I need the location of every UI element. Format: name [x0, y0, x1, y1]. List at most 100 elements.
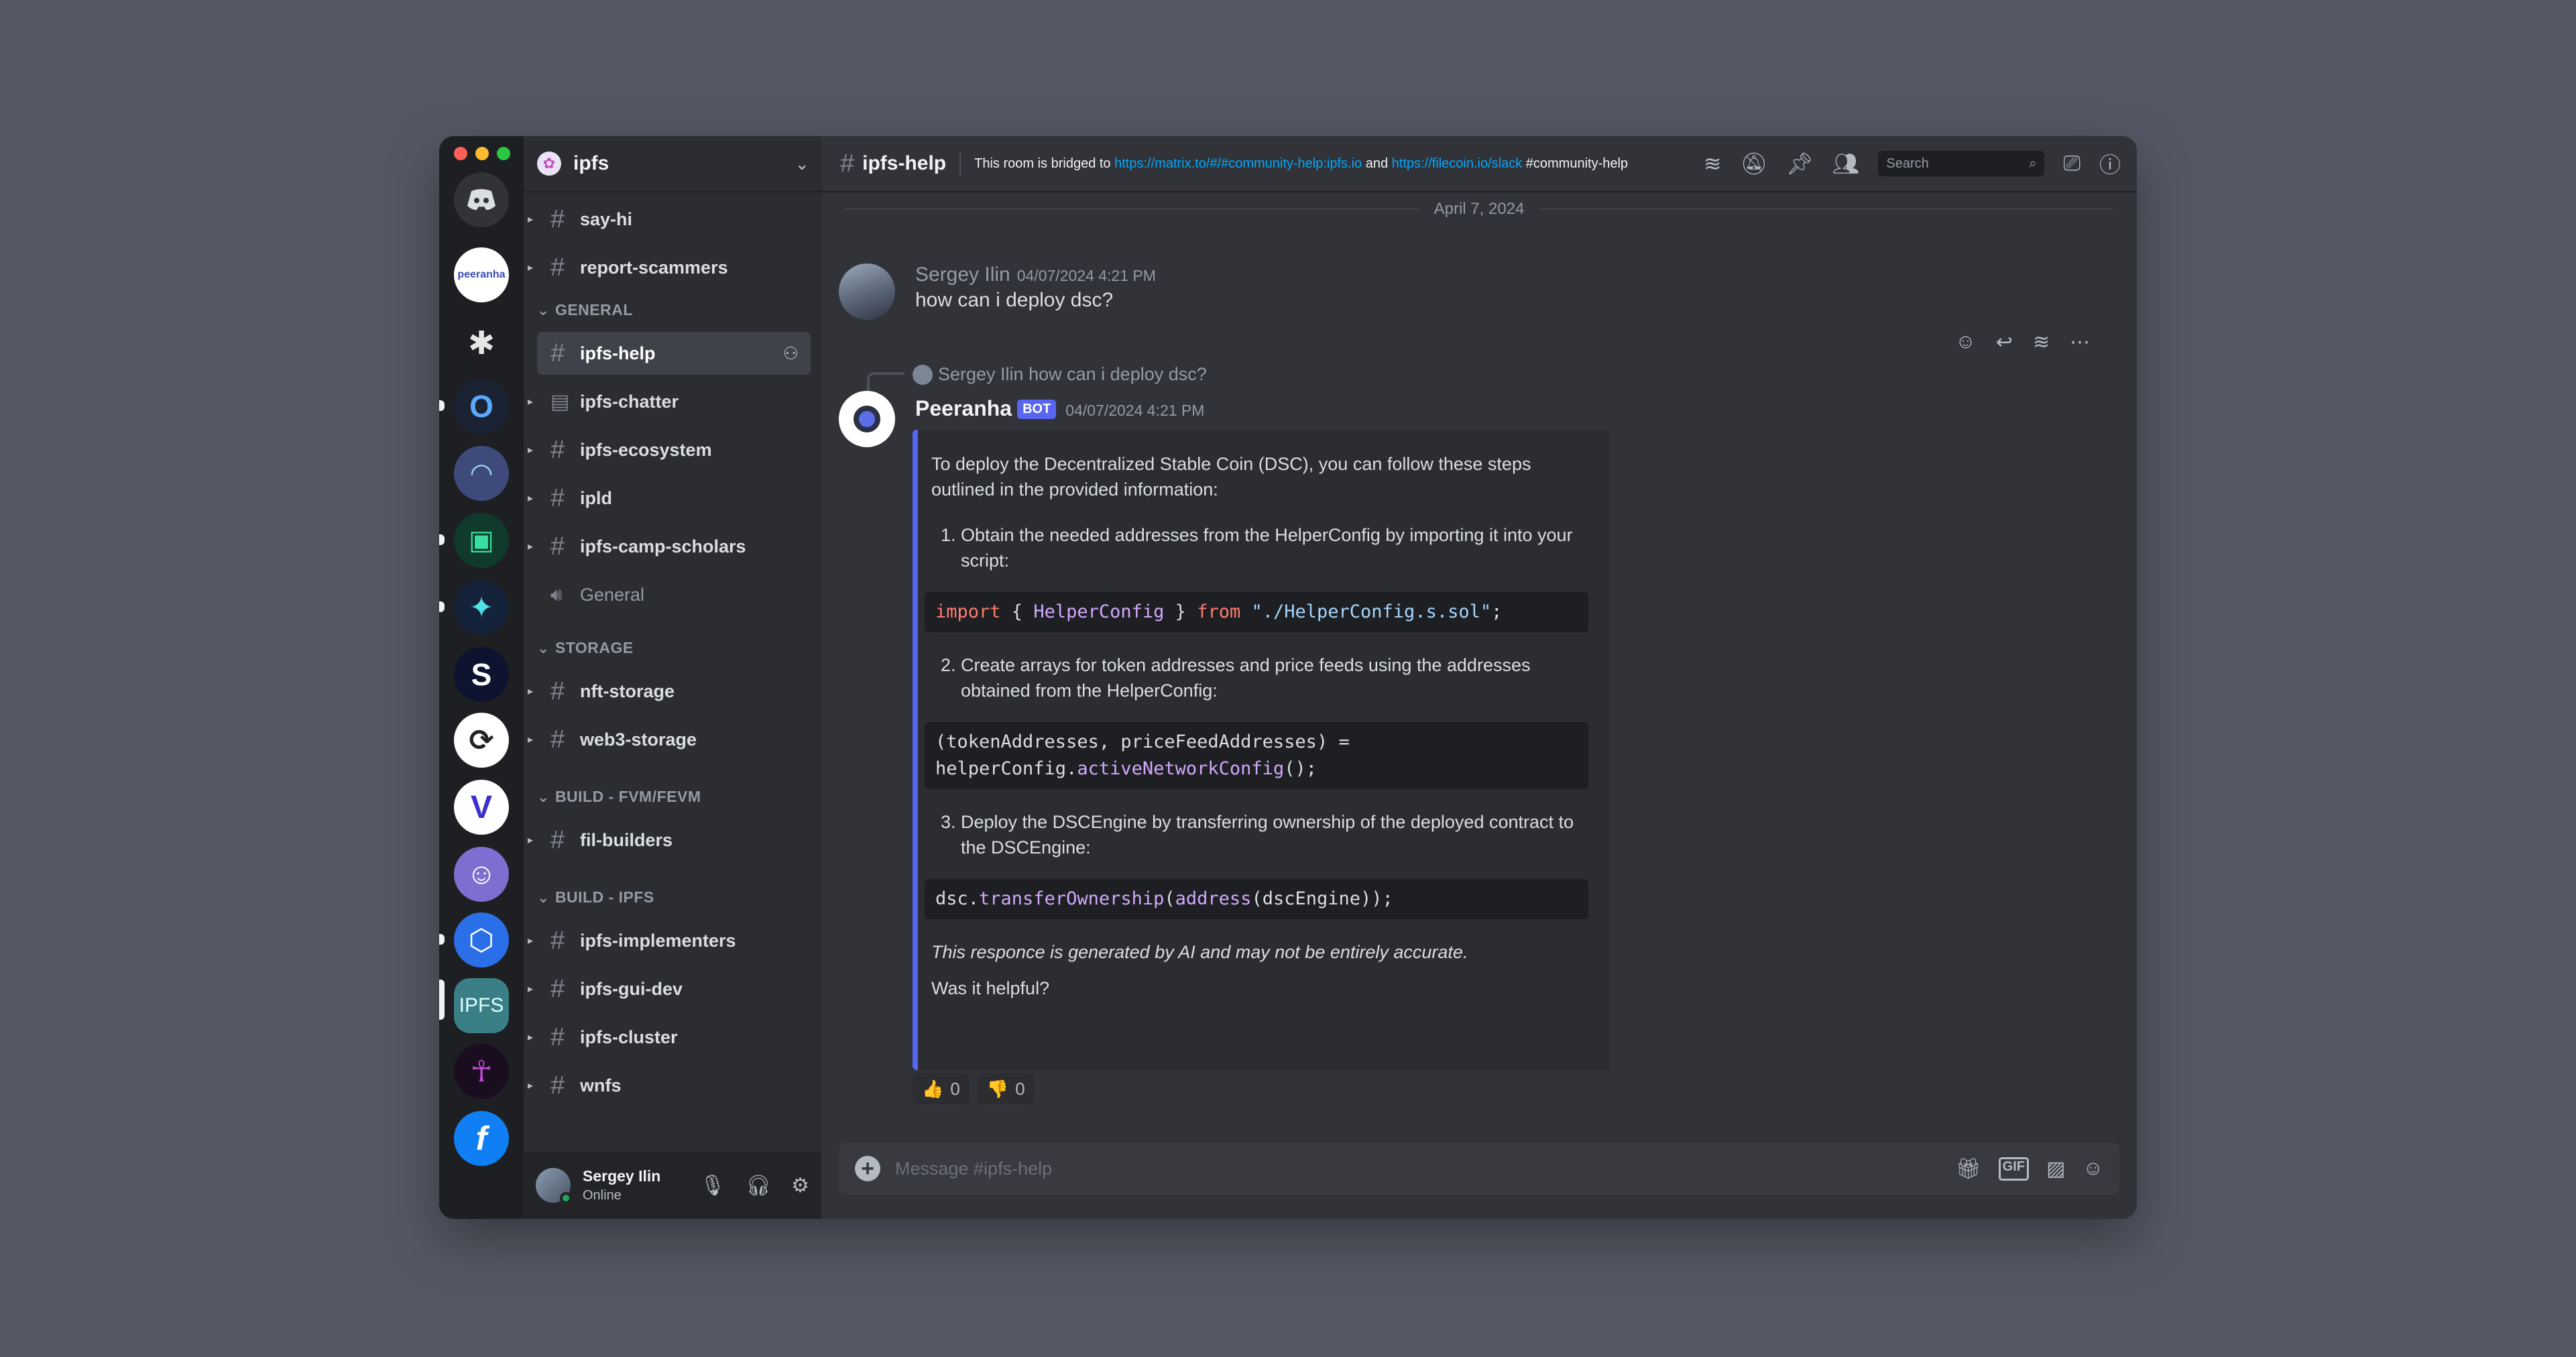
channel-say-hi[interactable]: ▸ # say-hi — [528, 198, 811, 241]
channel-topic[interactable]: This room is bridged to https://matrix.t… — [974, 156, 1628, 172]
attach-plus-icon[interactable]: + — [855, 1156, 880, 1181]
search-input[interactable]: Search ⌕ — [1878, 151, 2045, 176]
code-block-transfer[interactable]: dsc.transferOwnership(address(dscEngine)… — [925, 879, 1588, 919]
ring-server-icon[interactable]: O — [454, 379, 509, 434]
threads-icon[interactable]: ≋ — [1704, 151, 1722, 176]
matrix-link[interactable]: https://matrix.to/#/#community-help:ipfs… — [1114, 156, 1362, 171]
message-input[interactable] — [895, 1158, 1956, 1179]
channel-ipfs-gui-dev[interactable]: ▸ # ipfs-gui-dev — [528, 967, 811, 1010]
channel-ipfs-implementers[interactable]: ▸ # ipfs-implementers — [528, 919, 811, 962]
reply-reference[interactable]: Sergey Ilin how can i deploy dsc? — [913, 364, 1207, 385]
gift-icon[interactable]: 🎁︎ — [1956, 1157, 1981, 1181]
zoom-window-button[interactable] — [497, 147, 510, 160]
slack-link[interactable]: https://filecoin.io/slack — [1392, 156, 1523, 171]
channel-wnfs[interactable]: ▸ # wnfs — [528, 1064, 811, 1107]
notification-bell-muted-icon[interactable]: 🔕︎ — [1741, 151, 1768, 176]
add-member-icon[interactable]: ⚇ — [783, 343, 799, 364]
category-build-fvm[interactable]: ⌄ BUILD - FVM/FEVM — [537, 788, 701, 806]
emoji-icon[interactable]: ☺ — [2083, 1157, 2103, 1181]
code-block-arrays[interactable]: (tokenAddresses, priceFeedAddresses) = h… — [925, 722, 1588, 789]
channel-web3-storage[interactable]: ▸ # web3-storage — [528, 718, 811, 761]
reaction-thumbs-up[interactable]: 👍 0 — [913, 1073, 970, 1104]
channel-nft-storage[interactable]: ▸ # nft-storage — [528, 670, 811, 713]
reaction-thumbs-down[interactable]: 👎 0 — [977, 1073, 1035, 1104]
voice-channel-general[interactable]: 🔊︎ General — [537, 573, 811, 616]
reply-content: how can i deploy dsc? — [1029, 364, 1207, 384]
message-author[interactable]: Sergey Ilin — [915, 263, 1010, 286]
inbox-icon[interactable]: ⎚ — [2063, 151, 2081, 176]
gif-icon[interactable]: GIF — [1998, 1157, 2029, 1181]
channel-sidebar: ✿ ipfs ⌄ ▸#start-here ▸#say-hi ▸#report-… — [524, 136, 821, 1219]
peeranha-server-icon[interactable]: peeranha — [454, 247, 509, 302]
swirl-server-icon[interactable]: ⟳ — [454, 713, 509, 768]
code-block-import[interactable]: import { HelperConfig } from "./HelperCo… — [925, 592, 1588, 632]
user-info[interactable]: Sergey Ilin Online — [583, 1167, 660, 1203]
channel-ipfs-cluster[interactable]: ▸ # ipfs-cluster — [528, 1016, 811, 1059]
category-general[interactable]: ⌄ GENERAL — [537, 301, 633, 319]
category-build-ipfs[interactable]: ⌄ BUILD - IPFS — [537, 888, 654, 906]
close-window-button[interactable] — [454, 147, 467, 160]
hash-icon: # — [550, 204, 565, 233]
hex-server-icon[interactable]: ⬡ — [454, 912, 509, 967]
pin-icon[interactable]: 📌︎ — [1786, 151, 1814, 176]
user-status: Online — [583, 1188, 622, 1203]
gear-icon[interactable]: ⚙ — [791, 1174, 809, 1197]
create-thread-icon[interactable]: ≋ — [2033, 331, 2050, 354]
sticker-icon[interactable]: ▨ — [2046, 1157, 2065, 1181]
ghost-server-icon[interactable]: ☺ — [454, 847, 509, 902]
hash-icon: # — [550, 435, 565, 464]
bot-avatar[interactable] — [839, 391, 895, 447]
category-label: BUILD - FVM/FEVM — [554, 788, 701, 805]
hash-icon: # — [550, 825, 565, 854]
channel-report-scammers[interactable]: ▸ # report-scammers — [528, 246, 811, 289]
message-sergey[interactable]: Sergey Ilin 04/07/2024 4:21 PM how can i … — [839, 263, 1156, 320]
dolphin-server-icon[interactable]: ◠ — [454, 446, 509, 501]
avatar[interactable] — [536, 1168, 572, 1204]
v-server-icon[interactable]: V — [454, 780, 509, 835]
discord-home-icon[interactable] — [454, 172, 509, 227]
reply-icon[interactable]: ↩ — [1996, 331, 2013, 354]
caret-icon: ▸ — [528, 1032, 534, 1043]
channel-ipfs-camp-scholars[interactable]: ▸ # ipfs-camp-scholars — [528, 525, 811, 568]
unread-indicator — [439, 601, 445, 612]
channel-fil-builders[interactable]: ▸ # fil-builders — [528, 819, 811, 862]
s-server-icon[interactable]: S — [454, 647, 509, 702]
teal-server-icon[interactable]: ✦ — [454, 580, 509, 635]
avatar[interactable] — [839, 263, 895, 320]
channel-ipfs-ecosystem[interactable]: ▸ # ipfs-ecosystem — [528, 428, 811, 471]
step-text: Deploy the DSCEngine by transferring own… — [961, 812, 1574, 858]
thumbs-up-icon: 👍 — [922, 1078, 944, 1099]
more-icon[interactable]: ⋯ — [2070, 331, 2090, 354]
guild-header[interactable]: ✿ ipfs ⌄ — [524, 136, 821, 192]
caret-icon: ▸ — [528, 835, 534, 846]
topic-prefix: This room is bridged to — [974, 156, 1111, 171]
help-icon[interactable]: ⓘ — [2099, 148, 2121, 179]
microphone-icon[interactable]: 🎙︎ — [700, 1174, 725, 1197]
channel-ipld[interactable]: ▸ # ipld — [528, 477, 811, 520]
headphones-icon[interactable]: 🎧︎ — [746, 1174, 771, 1197]
message-author[interactable]: Peeranha — [915, 396, 1012, 420]
ipfs-server-icon[interactable]: IPFS — [454, 978, 509, 1033]
message-timestamp: 04/07/2024 4:21 PM — [1016, 267, 1156, 284]
filecoin-server-icon[interactable]: f — [454, 1111, 509, 1166]
star-server-icon[interactable]: ✱ — [454, 316, 509, 371]
green-server-icon[interactable]: ▣ — [454, 513, 509, 568]
chevron-down-icon[interactable]: ⌄ — [795, 154, 809, 174]
chat-area: # ipfs-help This room is bridged to http… — [821, 136, 2137, 1219]
caret-icon: ▸ — [528, 984, 534, 995]
caret-icon: ▸ — [528, 493, 534, 504]
category-storage[interactable]: ⌄ STORAGE — [537, 639, 634, 657]
channel-ipfs-chatter[interactable]: ▸ ▤ ipfs-chatter — [528, 380, 811, 423]
unread-indicator — [439, 400, 445, 411]
channel-title: ipfs-help — [862, 152, 947, 174]
channel-ipfs-help[interactable]: # ipfs-help ⚇ — [537, 332, 811, 375]
add-reaction-icon[interactable]: ☺ — [1955, 331, 1976, 354]
channel-name: ipld — [580, 487, 612, 508]
minimize-window-button[interactable] — [475, 147, 489, 160]
reply-spine — [867, 372, 904, 391]
code-punct: } — [1164, 601, 1197, 622]
category-label: STORAGE — [554, 639, 634, 656]
members-icon[interactable]: 👥︎ — [1832, 151, 1860, 176]
date-separator: April 7, 2024 — [844, 200, 2114, 219]
ankh-server-icon[interactable]: ☥ — [454, 1044, 509, 1099]
